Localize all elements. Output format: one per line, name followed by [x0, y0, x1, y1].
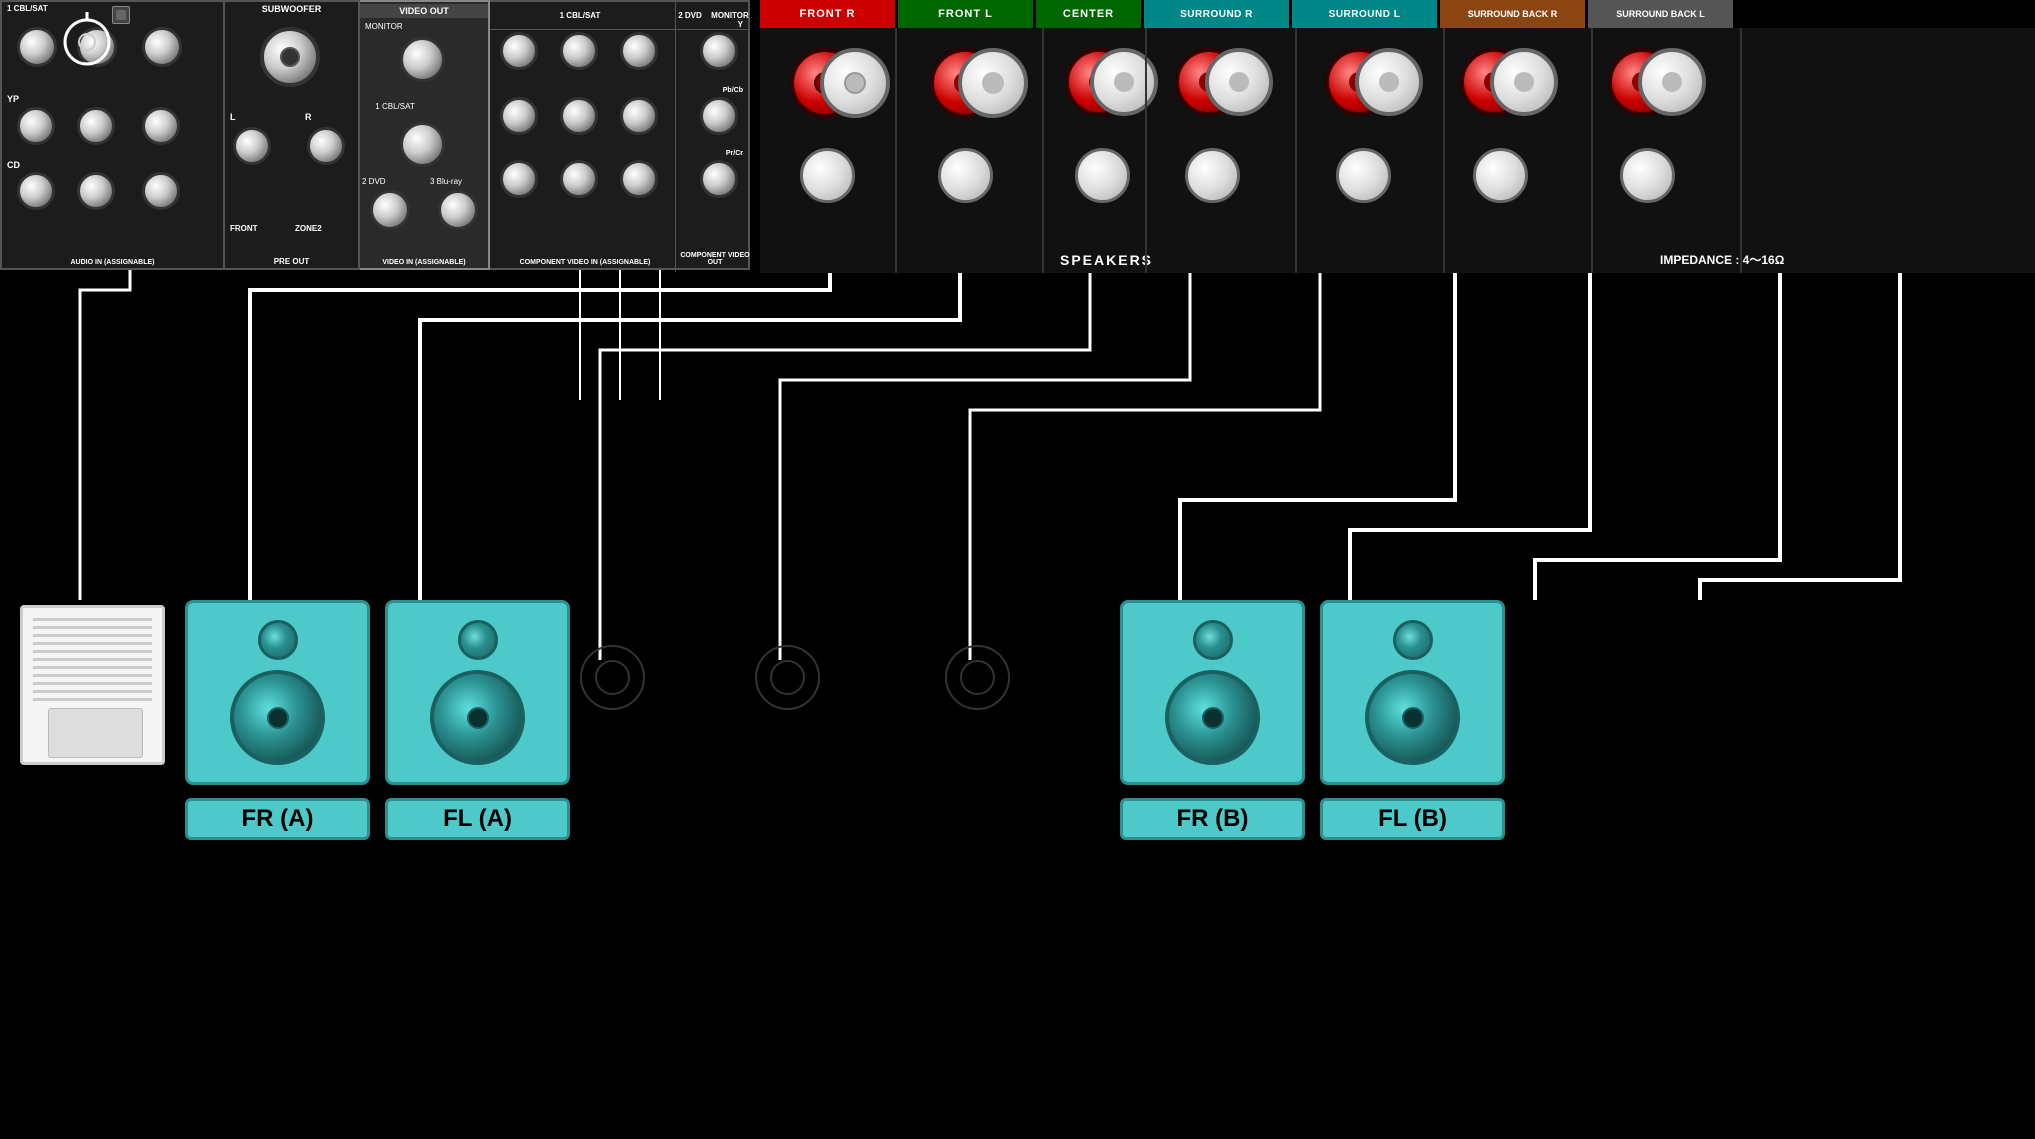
pb-label: Pb/Cb: [723, 87, 743, 94]
center-white: [1090, 48, 1158, 116]
terminal-center: CENTER: [1036, 0, 1141, 28]
speaker-fl-b-label: FL (B): [1320, 798, 1505, 840]
speakers-label: SPEAKERS: [1060, 252, 1153, 268]
speaker-fl-a: [385, 600, 570, 785]
terminal-front-l: FRONT L: [898, 0, 1033, 28]
cd-label: CD: [7, 160, 20, 170]
surround-l-white: [1355, 48, 1423, 116]
speaker-fr-a-label: FR (A): [185, 798, 370, 840]
video-out-section: VIDEO OUT MONITOR 1 CBL/SAT 2 DVD 3 Blu-…: [360, 0, 490, 270]
connector-cd-3: [142, 172, 180, 210]
speaker-terminals-bg: SPEAKERS IMPEDANCE : 4～16Ω: [760, 28, 2035, 273]
dvd-label2: 2 DVD: [678, 11, 702, 20]
front-r-white: [820, 48, 890, 118]
comp-in-2c: [620, 97, 658, 135]
speaker-surround-l-ghost: [945, 645, 1010, 710]
y-label: Y: [738, 20, 743, 29]
sub-connector-r: [307, 127, 345, 165]
cbl-sat-label2: 1 CBL/SAT: [560, 11, 601, 20]
terminal-surround-back-r: SURROUND BACK R: [1440, 0, 1585, 28]
surround-back-r-white: [1490, 48, 1558, 116]
surround-r-small: [1185, 148, 1240, 203]
audio-in-label: AUDIO IN (ASSIGNABLE): [2, 259, 223, 266]
surround-back-l-white: [1638, 48, 1706, 116]
zone2-label: ZONE2: [295, 224, 322, 233]
pr-label: Pr/Cr: [726, 150, 743, 157]
speaker-fl-a-label: FL (A): [385, 798, 570, 840]
subwoofer-section: SUBWOOFER L R FRONT ZONE2 PRE OUT: [225, 0, 360, 270]
comp-in-2b: [560, 97, 598, 135]
comp-in-3c: [620, 160, 658, 198]
speaker-fr-a: [185, 600, 370, 785]
pre-out-label: PRE OUT: [225, 257, 358, 266]
main-diagram: 1 CBL/SAT YP CD AU: [0, 0, 2035, 1139]
terminal-surround-back-l: SURROUND BACK L: [1588, 0, 1733, 28]
comp-in-1a: [500, 32, 538, 70]
input-connector-1: [17, 27, 57, 67]
comp-in-2a: [500, 97, 538, 135]
front-r-small: [800, 148, 855, 203]
speaker-center-ghost: [580, 645, 645, 710]
front-preout-label: FRONT: [230, 224, 258, 233]
audio-inputs-panel: 1 CBL/SAT YP CD AU: [0, 0, 225, 270]
input-connector-3: [142, 27, 182, 67]
subwoofer-device: [20, 605, 165, 765]
comp-monitor-pr: [700, 160, 738, 198]
comp-in-1b: [560, 32, 598, 70]
video-cbl-connector: [400, 122, 445, 167]
comp-monitor-pb: [700, 97, 738, 135]
terminal-surround-r: SURROUND R: [1144, 0, 1289, 28]
speaker-fr-b-label: FR (B): [1120, 798, 1305, 840]
surround-back-l-small: [1620, 148, 1675, 203]
subwoofer-connector: [260, 27, 320, 87]
center-small: [1075, 148, 1130, 203]
comp-monitor-y: [700, 32, 738, 70]
surround-r-white: [1205, 48, 1273, 116]
video-monitor-connector: [400, 37, 445, 82]
impedance-label: IMPEDANCE : 4～16Ω: [1660, 251, 1784, 268]
connector-yp-1: [17, 107, 55, 145]
connector-yp-3: [142, 107, 180, 145]
component-section: 1 CBL/SAT 2 DVD MONITOR Y Pb/Cb Pr/Cr: [490, 0, 750, 270]
monitor-label: MONITOR: [711, 11, 749, 20]
front-l-white: [958, 48, 1028, 118]
surround-l-small: [1336, 148, 1391, 203]
front-l-small: [938, 148, 993, 203]
video-dvd-connector: [370, 190, 410, 230]
comp-in-3b: [560, 160, 598, 198]
connector-cd-2: [77, 172, 115, 210]
component-video-in-label: COMPONENT VIDEO IN (ASSIGNABLE): [490, 259, 680, 266]
terminal-surround-l: SURROUND L: [1292, 0, 1437, 28]
cbl-sat-label: 1 CBL/SAT: [7, 4, 48, 13]
component-video-out-label: COMPONENT VIDEO OUT: [680, 252, 750, 266]
subwoofer-label: SUBWOOFER: [225, 4, 358, 14]
connector-yp-2: [77, 107, 115, 145]
speaker-surround-r-ghost: [755, 645, 820, 710]
video-in-label: VIDEO IN (ASSIGNABLE): [360, 259, 488, 266]
surround-back-r-small: [1473, 148, 1528, 203]
video-out-label: VIDEO OUT: [360, 4, 488, 18]
terminal-front-r: FRONT R: [760, 0, 895, 28]
speaker-fl-b: [1320, 600, 1505, 785]
comp-in-1c: [620, 32, 658, 70]
connector-cd-1: [17, 172, 55, 210]
video-bluray-connector: [438, 190, 478, 230]
sub-connector-l: [233, 127, 271, 165]
speaker-fr-b: [1120, 600, 1305, 785]
yp-label: YP: [7, 94, 19, 104]
comp-in-3a: [500, 160, 538, 198]
